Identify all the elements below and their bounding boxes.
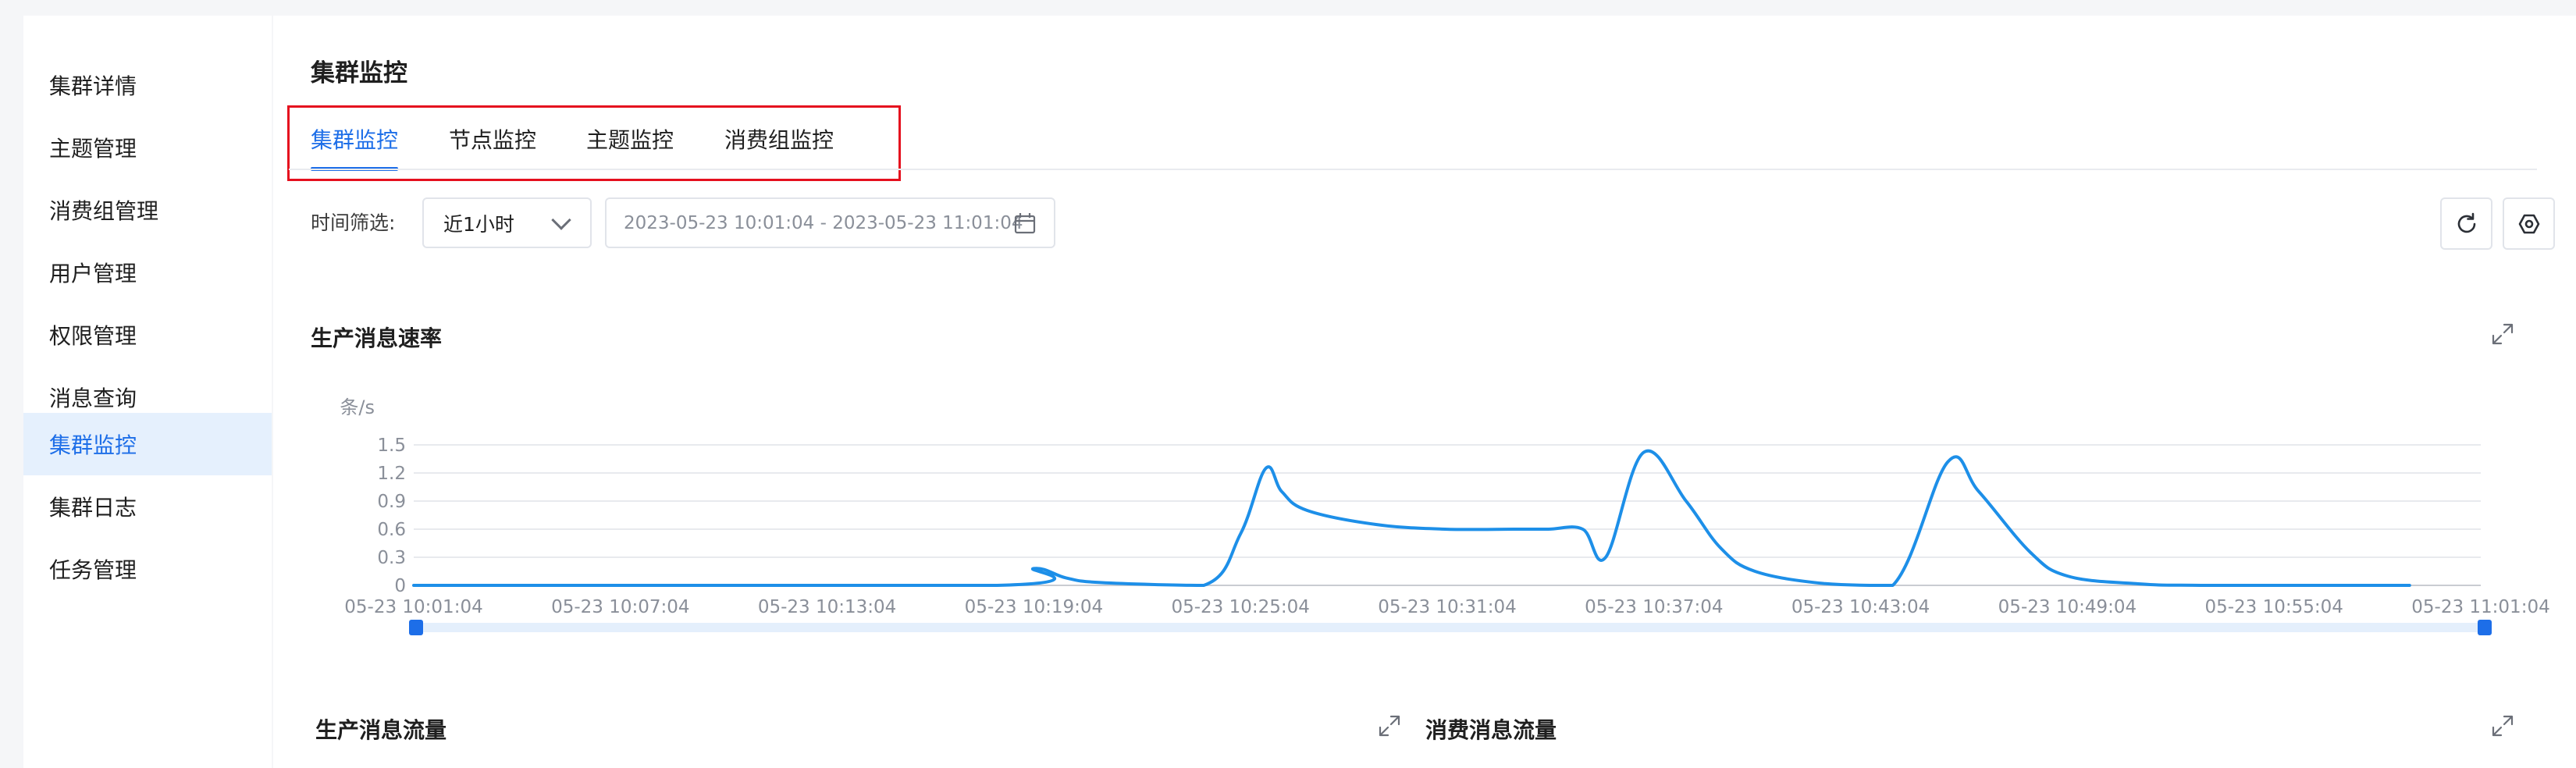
zoom-slider-track[interactable]	[414, 623, 2482, 632]
tab-topic-monitor[interactable]: 主题监控	[586, 123, 674, 155]
x-tick-label: 05-23 10:13:04	[758, 597, 896, 617]
y-axis-unit: 条/s	[340, 396, 375, 418]
series-line	[412, 449, 2411, 587]
y-tick-label: 1.5	[377, 436, 406, 456]
sidebar-item-cluster-log[interactable]: 集群日志	[23, 475, 272, 538]
x-tick-label: 05-23 10:01:04	[344, 597, 482, 617]
y-tick-label: 0.6	[377, 520, 406, 540]
x-tick-label: 05-23 10:49:04	[1998, 597, 2137, 617]
sidebar-item-cluster-monitor[interactable]: 集群监控	[23, 413, 272, 475]
x-tick-label: 05-23 10:25:04	[1171, 597, 1309, 617]
zoom-slider-left-handle[interactable]	[409, 620, 423, 635]
x-tick-label: 05-23 10:37:04	[1585, 597, 1723, 617]
y-axis-ticks: 0 0.3 0.6 0.9 1.2 1.5	[377, 436, 406, 596]
sidebar-item-label: 用户管理	[49, 261, 137, 286]
x-tick-label: 05-23 10:07:04	[551, 597, 689, 617]
expand-icon[interactable]	[2490, 322, 2515, 347]
sidebar-item-label: 集群日志	[49, 495, 137, 521]
sidebar-item-label: 权限管理	[49, 323, 137, 349]
sidebar-item-label: 消费组管理	[49, 198, 159, 224]
sidebar-item-topic-management[interactable]: 主题管理	[23, 116, 272, 179]
chevron-down-icon	[551, 210, 571, 230]
sidebar-item-label: 集群详情	[49, 73, 137, 99]
tabs-divider	[289, 169, 2537, 170]
sidebar: 集群详情 主题管理 消费组管理 用户管理 权限管理 消息查询 集群监控 集群日志…	[23, 16, 272, 768]
sidebar-item-permission-management[interactable]: 权限管理	[23, 304, 272, 366]
sidebar-item-label: 主题管理	[49, 136, 137, 162]
sidebar-item-consumer-group-management[interactable]: 消费组管理	[23, 179, 272, 241]
refresh-button[interactable]	[2440, 197, 2492, 250]
top-strip	[0, 0, 2576, 16]
date-range-picker[interactable]: 2023-05-23 10:01:04 - 2023-05-23 11:01:0…	[605, 197, 1055, 248]
x-tick-label: 05-23 11:01:04	[2411, 597, 2549, 617]
time-range-select[interactable]: 近1小时	[422, 197, 592, 248]
chart-grid	[414, 444, 2481, 586]
zoom-slider-right-handle[interactable]	[2478, 620, 2492, 635]
expand-icon[interactable]	[1377, 713, 1402, 738]
x-tick-label: 05-23 10:31:04	[1378, 597, 1516, 617]
tab-node-monitor[interactable]: 节点监控	[449, 123, 536, 155]
sidebar-item-cluster-detail[interactable]: 集群详情	[23, 54, 272, 116]
tab-cluster-monitor[interactable]: 集群监控	[311, 123, 398, 155]
date-range-value: 2023-05-23 10:01:04 - 2023-05-23 11:01:0…	[624, 212, 1023, 233]
y-tick-label: 0	[394, 576, 406, 596]
time-range-value: 近1小时	[443, 212, 514, 236]
sidebar-item-label: 任务管理	[49, 557, 137, 583]
calendar-icon	[1014, 213, 1036, 234]
produce-rate-title: 生产消息速率	[311, 325, 443, 351]
time-filter-label: 时间筛选:	[311, 212, 396, 234]
sidebar-item-label: 消息查询	[49, 386, 137, 411]
produce-flow-title: 生产消息流量	[315, 717, 447, 743]
settings-icon	[2518, 214, 2539, 233]
sidebar-item-task-management[interactable]: 任务管理	[23, 538, 272, 600]
y-tick-label: 1.2	[377, 464, 406, 484]
x-tick-label: 05-23 10:19:04	[965, 597, 1103, 617]
x-tick-label: 05-23 10:43:04	[1791, 597, 1930, 617]
page-title: 集群监控	[311, 59, 407, 87]
produce-rate-chart: 条/s 00.30.60.91.21.5 05-23 10:01:04 05-23…	[340, 396, 2550, 635]
refresh-icon	[2457, 212, 2475, 233]
tab-consumer-group-monitor[interactable]: 消费组监控	[724, 123, 834, 155]
x-axis-ticks: 05-23 10:01:04 05-23 10:07:04 05-23 10:13:…	[344, 597, 2549, 617]
app-frame: 集群详情 主题管理 消费组管理 用户管理 权限管理 消息查询 集群监控 集群日志…	[0, 0, 2576, 768]
y-tick-label: 0.3	[377, 548, 406, 568]
sidebar-item-user-management[interactable]: 用户管理	[23, 241, 272, 304]
main-content: 集群监控 集群监控 节点监控 主题监控 消费组监控 时间筛选: 近1小时 202…	[273, 16, 2576, 768]
consume-flow-title: 消费消息流量	[1425, 717, 1557, 743]
x-tick-label: 05-23 10:55:04	[2204, 597, 2343, 617]
y-tick-label: 0.9	[377, 492, 406, 512]
sidebar-item-label: 集群监控	[49, 432, 137, 458]
expand-icon[interactable]	[2490, 713, 2515, 738]
settings-button[interactable]	[2503, 197, 2555, 250]
